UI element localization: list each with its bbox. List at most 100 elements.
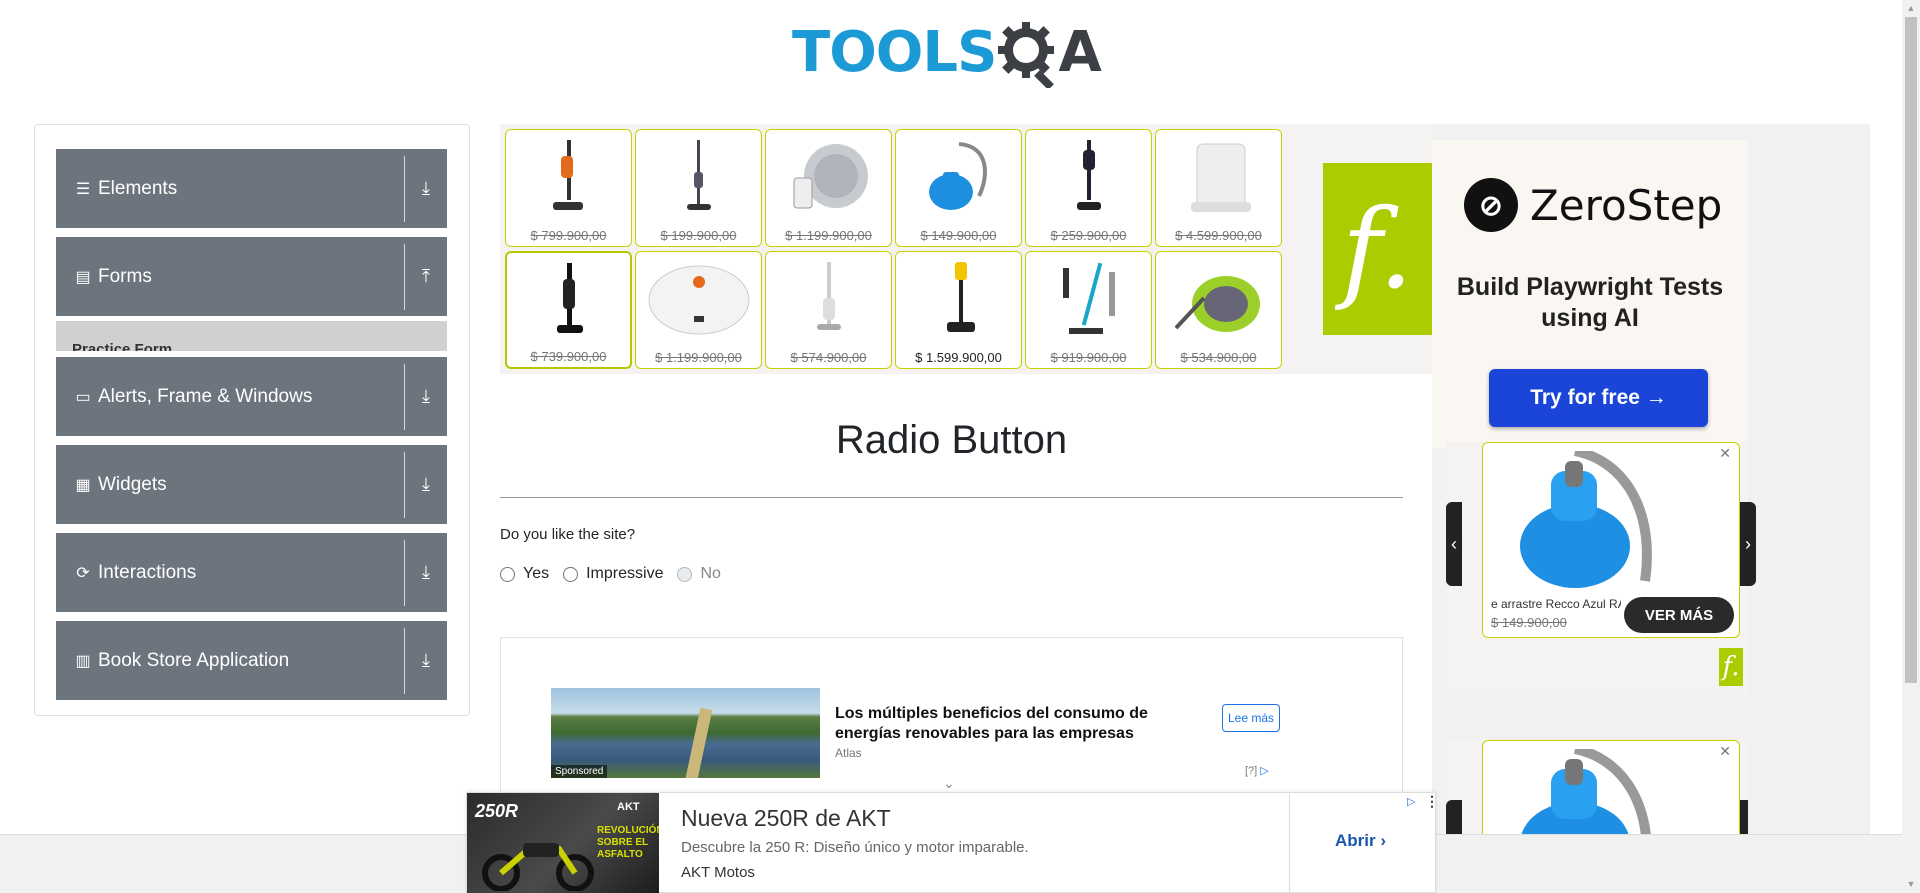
ad-info-link[interactable]: [?] ▷ [1245,764,1269,777]
brand-logo[interactable]: f. [1323,163,1432,335]
carousel-card[interactable]: ✕ e arrastre Recco Azul RA $ 149.900,00 … [1482,442,1740,638]
product-price: $ 149.900,00 [920,228,997,243]
sticky-bottom-ad[interactable]: 250R AKT REVOLUCIÓN SOBRE EL ASFALTO Nue… [466,792,1439,893]
download-arrow-icon[interactable]: ⤓ [405,178,447,199]
gear-magnifier-icon [998,22,1055,88]
menu-group-elements[interactable]: ☰ Elements ⤓ [56,149,447,229]
adchoices-icon[interactable]: ▷ [1260,765,1268,777]
product-price: $ 1.199.900,00 [655,350,742,365]
window-icon: ▭ [75,388,91,406]
canister-vacuum-image [1520,451,1652,588]
radio-label: No [700,565,721,582]
zerostep-tagline: Build Playwright Tests using AI [1456,273,1724,332]
radio-label[interactable]: Yes [523,565,549,583]
scroll-up-arrow-icon[interactable]: ▲ [1902,0,1920,17]
menu-group-label: Forms [98,265,152,287]
open-button[interactable]: Abrir › [1335,831,1386,851]
sticky-ad-advertiser: AKT Motos [681,864,755,881]
sidebar-menu: ☰ Elements ⤓ ▤ Forms ⤒ Practice Form ▭ A… [34,124,470,716]
books-icon: ▥ [75,652,91,670]
robot-vacuum-image [636,256,761,344]
radio-impressive[interactable]: Impressive [563,565,663,583]
menu-group-forms[interactable]: ▤ Forms ⤒ [56,237,447,317]
stick-vacuum-image [506,134,631,222]
sticky-ad-title[interactable]: Nueva 250R de AKT [681,805,891,832]
menu-item-practice-form[interactable]: Practice Form [56,321,447,351]
motorcycle-icon [482,843,594,891]
zerostep-icon: ⊘ [1464,178,1518,232]
chevron-down-icon[interactable]: ⌄ [943,775,955,792]
product-card[interactable]: $ 574.900,00 [765,251,892,369]
motorcycle-image[interactable]: 250R AKT REVOLUCIÓN SOBRE EL ASFALTO [467,793,659,893]
close-icon[interactable]: ✕ [1719,445,1731,462]
logo-suffix: A [1058,20,1102,85]
radio-circle[interactable] [563,566,579,582]
product-card[interactable]: $ 1.599.900,00 [895,251,1022,369]
ad-image[interactable]: Sponsored [551,688,820,778]
product-card[interactable]: $ 149.900,00 [895,129,1022,247]
divider [500,497,1403,498]
scrollbar-thumb[interactable] [1905,17,1917,683]
sticky-ad-description: Descubre la 250 R: Diseño único y motor … [681,839,1029,856]
product-price: $ 574.900,00 [790,350,867,365]
page-scrollbar[interactable]: ▲ ▼ [1902,0,1920,893]
toolsqa-logo[interactable]: TOOLS A [792,14,1102,92]
download-arrow-icon[interactable]: ⤓ [405,562,447,583]
ad-headline[interactable]: Los múltiples beneficios del consumo de … [835,704,1165,744]
ad-source: Atlas [835,746,862,760]
brand-logo[interactable]: f. [1719,648,1743,686]
menu-group-widgets[interactable]: ▦ Widgets ⤓ [56,445,447,525]
upload-arrow-icon[interactable]: ⤒ [405,266,447,287]
question-label: Do you like the site? [500,526,636,543]
product-card[interactable]: $ 1.199.900,00 [635,251,762,369]
radio-circle [677,566,693,582]
product-card[interactable]: $ 199.900,00 [635,129,762,247]
zerostep-ad[interactable]: ⊘ ZeroStep Build Playwright Tests using … [1432,140,1748,448]
product-ad-banner[interactable]: $ 799.900,00 $ 199.900,00 $ 1.199.900,00… [500,124,1432,374]
menu-group-alerts[interactable]: ▭ Alerts, Frame & Windows ⤓ [56,357,447,437]
stick-vacuum-image [636,134,761,222]
product-card[interactable]: $ 4.599.900,00 [1155,129,1282,247]
robot-vacuum-image [766,134,891,222]
canister-vacuum-image [1156,256,1281,344]
product-carousel-ad[interactable]: ‹ ✕ e arrastre Recco Azul RA $ 149.900,0… [1446,442,1756,694]
radio-label[interactable]: Impressive [586,565,663,583]
product-card[interactable]: $ 799.900,00 [505,129,632,247]
carousel-next-button[interactable]: › [1740,502,1756,586]
menu-group-label: Interactions [98,561,197,583]
product-price: $ 1.599.900,00 [915,350,1002,365]
product-card[interactable]: $ 259.900,00 [1025,129,1152,247]
product-card[interactable]: $ 739.900,00 [505,251,632,369]
menu-group-book-store[interactable]: ▥ Book Store Application ⤓ [56,621,447,701]
menu-group-label: Book Store Application [98,649,290,671]
product-price: $ 799.900,00 [530,228,607,243]
radio-yes[interactable]: Yes [500,565,549,583]
product-card[interactable]: $ 1.199.900,00 [765,129,892,247]
close-icon[interactable]: ✕ [1719,743,1731,760]
refresh-icon: ⟳ [76,564,90,582]
adchoices-icon[interactable]: ▷ [1407,795,1415,808]
zerostep-logo: ⊘ ZeroStep [1464,178,1722,232]
stick-vacuum-image [766,256,891,344]
ad-model-logo: 250R [475,801,519,821]
ver-mas-button[interactable]: VER MÁS [1624,597,1734,633]
product-card[interactable]: $ 534.900,00 [1155,251,1282,369]
radio-no: No [677,565,721,583]
scroll-down-arrow-icon[interactable]: ▼ [1902,876,1920,893]
sponsored-badge: Sponsored [551,765,608,778]
ad-cta-button[interactable]: Lee más [1222,704,1280,732]
radio-circle[interactable] [500,566,515,582]
carousel-prev-button[interactable]: ‹ [1446,502,1462,586]
chevron-right-icon: › [1380,831,1387,850]
download-arrow-icon[interactable]: ⤓ [405,650,447,671]
menu-group-label: Elements [98,177,178,199]
try-for-free-button[interactable]: Try for free → [1489,369,1708,427]
download-arrow-icon[interactable]: ⤓ [405,474,447,495]
canister-vacuum-image [896,134,1021,222]
download-arrow-icon[interactable]: ⤓ [405,386,447,407]
stick-vacuum-image [507,257,630,345]
more-options-icon[interactable]: ⋮ [1425,793,1439,810]
product-card[interactable]: $ 919.900,00 [1025,251,1152,369]
menu-group-interactions[interactable]: ⟳ Interactions ⤓ [56,533,447,613]
grid-icon: ▦ [75,476,91,494]
